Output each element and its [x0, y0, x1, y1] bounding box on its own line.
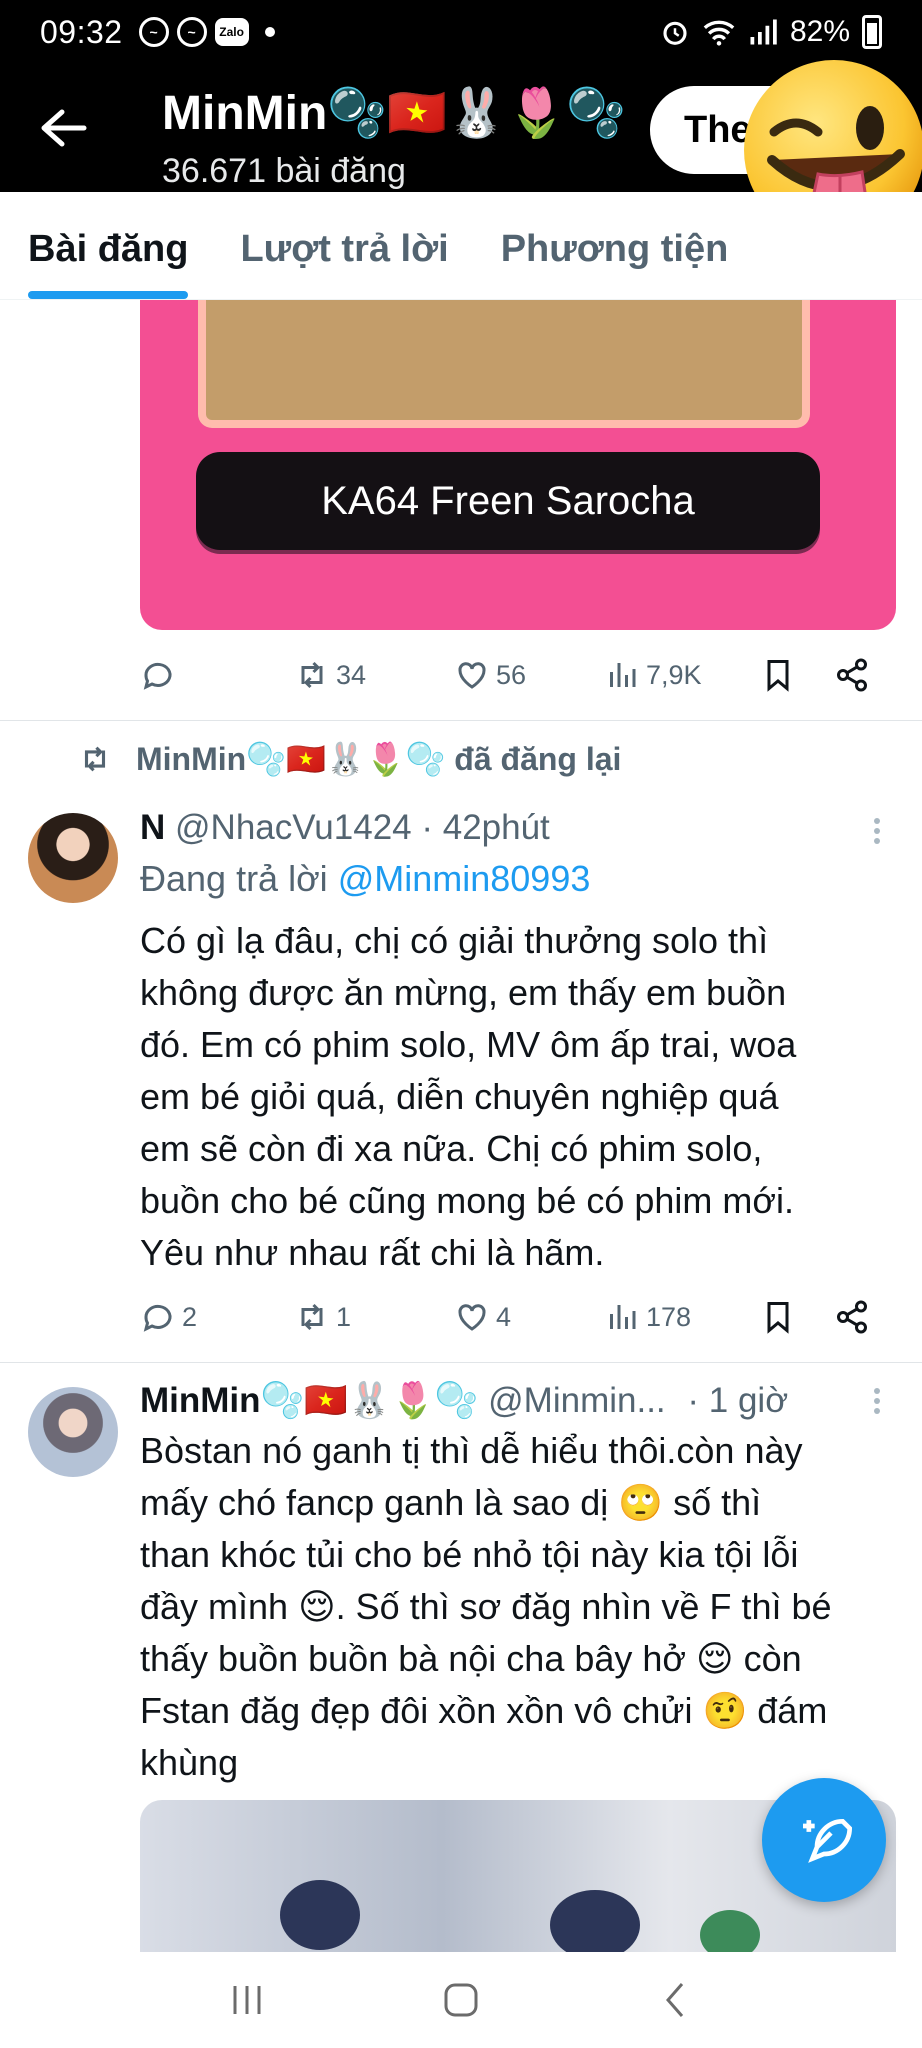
tweet-header: N @NhacVu1424 · 42phút: [140, 808, 550, 848]
tweet-header: MinMin🫧🇻🇳🐰🌷🫧 @Minmin... · 1 giờ: [140, 1380, 788, 1421]
tab-media[interactable]: Phương tiện: [501, 192, 729, 299]
bookmark-icon: [767, 1302, 789, 1334]
share-icon: [837, 658, 867, 692]
heart-icon: [458, 662, 486, 689]
tweet-text: Bòstan nó ganh tị thì dễ hiểu thôi.còn n…: [140, 1430, 832, 1783]
avatar[interactable]: [28, 813, 118, 903]
alarm-icon: [663, 21, 687, 45]
recent-apps-icon: [233, 1986, 261, 2014]
author-handle-time: @NhacVu1424 · 42phút: [175, 808, 550, 847]
post-divider: [0, 720, 922, 721]
feather-plus-icon: [803, 1818, 852, 1863]
bar-chart-icon: [610, 663, 636, 687]
avatar[interactable]: [28, 1387, 118, 1477]
repost-icon: [84, 746, 106, 772]
reply-button[interactable]: 2: [140, 1299, 197, 1335]
author-handle: @Minmin...: [488, 1381, 666, 1420]
media-photo: [198, 300, 810, 428]
battery-percent: 82%: [789, 15, 850, 48]
system-icons: 82%: [660, 15, 882, 49]
reply-mention-link[interactable]: @Minmin80993: [338, 858, 591, 899]
media-shape: [700, 1910, 760, 1952]
messenger-icon-2: ~: [176, 17, 207, 47]
back-arrow-icon[interactable]: [38, 106, 88, 150]
chat-bubble-icon: [143, 1304, 172, 1332]
replying-to-prefix: Đang trả lời: [140, 858, 328, 899]
bookmark-icon: [767, 660, 789, 692]
post-media-image[interactable]: KA64 Freen Sarocha: [140, 300, 896, 630]
share-button[interactable]: [834, 657, 870, 693]
tab-replies[interactable]: Lượt trả lời: [240, 192, 448, 299]
status-bar: 09:32 ~ ~ Zalo 82%: [0, 0, 922, 64]
reply-count: 2: [182, 1301, 198, 1332]
post-count: 36.671 bài đăng: [162, 152, 406, 190]
bookmark-button[interactable]: [760, 657, 796, 693]
share-icon: [837, 1300, 867, 1334]
back-button[interactable]: [645, 1970, 705, 2030]
repost-by-label: MinMin🫧🇻🇳🐰🌷🫧 đã đăng lại: [136, 741, 622, 777]
views-button[interactable]: 178: [604, 1299, 691, 1335]
replying-to: Đang trả lời @Minmin80993: [140, 858, 590, 900]
repost-button[interactable]: 1: [294, 1299, 351, 1335]
views-count: 7,9K: [646, 659, 702, 690]
media-shape: [550, 1890, 640, 1952]
system-nav-bar: [0, 1952, 922, 2048]
views-count: 178: [646, 1301, 692, 1332]
tab-media-label: Phương tiện: [500, 228, 729, 270]
like-button[interactable]: 56: [454, 657, 526, 693]
heart-icon: [458, 1304, 486, 1331]
more-options-icon[interactable]: [872, 818, 882, 848]
more-options-icon[interactable]: [872, 1388, 882, 1418]
recent-apps-button[interactable]: [217, 1970, 277, 2030]
zalo-icon: Zalo: [214, 18, 249, 46]
tab-posts-label: Bài đăng: [28, 228, 189, 270]
author-name[interactable]: MinMin🫧🇻🇳🐰🌷🫧: [140, 1381, 478, 1420]
repost-icon: [301, 661, 323, 689]
post-actions: 34 56 7,9K: [140, 650, 880, 700]
clock: 09:32: [40, 13, 123, 50]
messenger-icon: ~: [138, 17, 169, 47]
tweet-actions: 2 1 4 178: [140, 1292, 880, 1342]
back-chevron-icon: [666, 1983, 684, 2017]
profile-name: MinMin🫧🇻🇳🐰🌷🫧: [162, 87, 627, 140]
tweet-text: Có gì lạ đâu, chị có giải thưởng solo th…: [140, 920, 797, 1273]
like-button[interactable]: 4: [454, 1299, 511, 1335]
tab-posts[interactable]: Bài đăng: [28, 192, 189, 299]
profile-tabs: Bài đăng Lượt trả lời Phương tiện: [0, 192, 922, 300]
like-count: 4: [496, 1301, 512, 1332]
home-icon: [444, 1983, 478, 2017]
media-shape: [280, 1880, 360, 1950]
tweet-divider: [0, 1362, 922, 1363]
views-button[interactable]: 7,9K: [604, 657, 702, 693]
author-name[interactable]: N: [140, 808, 165, 847]
repost-button[interactable]: 34: [294, 657, 366, 693]
repost-count: 34: [336, 659, 367, 690]
share-button[interactable]: [834, 1299, 870, 1335]
home-button[interactable]: [431, 1970, 491, 2030]
reply-button[interactable]: [140, 657, 176, 693]
repost-icon: [301, 1303, 323, 1331]
tweet-time: · 1 giờ: [687, 1381, 789, 1420]
bookmark-button[interactable]: [760, 1299, 796, 1335]
compose-button[interactable]: [762, 1778, 886, 1902]
more-notifications-icon: [264, 27, 275, 37]
signal-icon: [750, 19, 777, 45]
media-caption-label: KA64 Freen Sarocha: [196, 452, 820, 550]
notification-icons: ~ ~ Zalo: [138, 17, 275, 47]
wifi-icon: [703, 20, 735, 46]
repost-indicator[interactable]: MinMin🫧🇻🇳🐰🌷🫧 đã đăng lại: [78, 740, 621, 778]
bar-chart-icon: [610, 1305, 636, 1329]
like-count: 56: [496, 659, 527, 690]
battery-icon: [862, 15, 882, 49]
chat-bubble-icon: [143, 662, 172, 690]
repost-count: 1: [336, 1301, 352, 1332]
tab-replies-label: Lượt trả lời: [240, 228, 449, 270]
